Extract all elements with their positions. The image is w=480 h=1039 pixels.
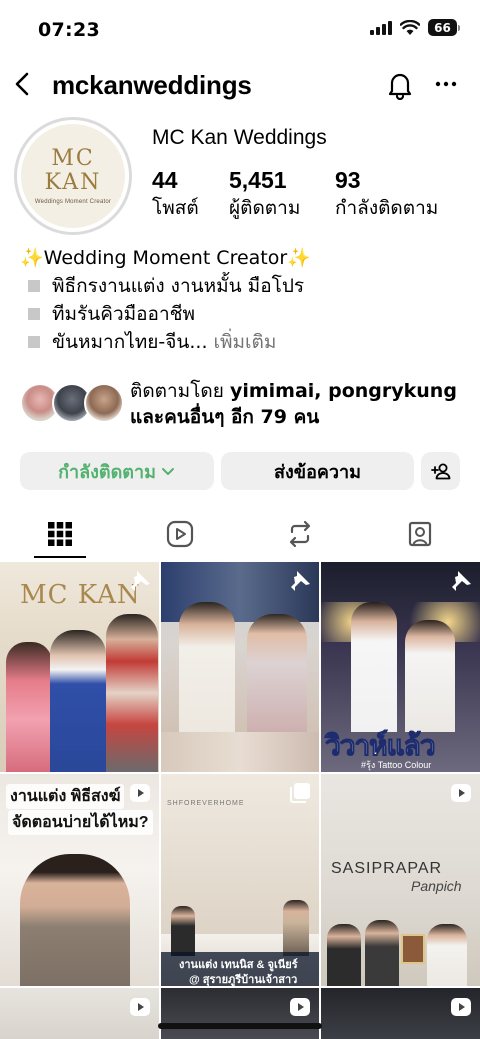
bio-line-text: พิธีกรงานแต่ง งานหมั้น มือโปร <box>52 275 305 297</box>
tab-posts[interactable] <box>0 508 120 560</box>
stat-followers-label: ผู้ติดตาม <box>229 197 301 219</box>
status-icons: 66 <box>370 19 460 36</box>
repost-icon <box>289 520 311 548</box>
bio-line-text: ทีมรันคิวมืออาชีพ <box>52 303 196 325</box>
wifi-icon <box>400 20 420 35</box>
battery-icon: 66 <box>428 19 460 36</box>
bio-headline: ✨Wedding Moment Creator✨ <box>20 247 311 269</box>
post-grid: MC KAN วิวาห์แล้ว #รุ้ง Tattoo Colour งา… <box>0 562 480 1039</box>
back-icon[interactable] <box>10 68 34 100</box>
followed-by-others[interactable]: และคนอื่นๆ อีก 79 คน <box>130 406 319 428</box>
pin-icon <box>131 571 150 591</box>
post-thumbnail[interactable] <box>161 988 319 1039</box>
chevron-down-icon <box>161 468 174 475</box>
active-tab-indicator <box>34 556 86 558</box>
grid-icon <box>48 522 72 546</box>
followed-by[interactable]: ติดตามโดย yimimai, pongrykung และคนอื่นๆ… <box>20 378 470 432</box>
post-thumbnail[interactable]: วิวาห์แล้ว #รุ้ง Tattoo Colour <box>321 562 480 772</box>
stat-posts[interactable]: 44 โพสต์ <box>152 166 199 222</box>
followed-by-names[interactable]: yimimai, pongrykung <box>230 380 457 402</box>
display-name: MC Kan Weddings <box>152 126 327 149</box>
bell-icon[interactable] <box>386 70 414 100</box>
reel-icon <box>130 784 150 802</box>
post-thumbnail[interactable]: งานแต่ง พิธีสงฆ์ จัดตอนบ่ายได้ไหม? <box>0 774 159 986</box>
reel-icon <box>451 998 471 1016</box>
cellular-signal-icon <box>370 20 392 35</box>
status-time: 07:23 <box>38 19 100 41</box>
add-user-icon <box>430 463 450 480</box>
stat-following[interactable]: 93 กำลังติดตาม <box>335 166 438 222</box>
post-sign-text: SASIPRAPAR <box>331 860 443 877</box>
home-indicator <box>158 1023 322 1029</box>
pin-icon <box>452 571 471 591</box>
more-options-icon[interactable] <box>434 72 458 96</box>
stat-followers[interactable]: 5,451 ผู้ติดตาม <box>229 166 300 222</box>
bio-line-text: ขันหมากไทย-จีน... <box>52 331 208 353</box>
post-sign-text: Panpich <box>411 878 462 894</box>
stat-followers-value: 5,451 <box>229 167 287 193</box>
following-button[interactable]: กำลังติดตาม <box>20 452 214 490</box>
reel-icon <box>130 998 150 1016</box>
suggested-users-button[interactable] <box>421 452 460 490</box>
battery-level: 66 <box>428 19 457 36</box>
following-button-label: กำลังติดตาม <box>58 461 156 483</box>
profile-tabs <box>0 508 480 560</box>
bio-line: พิธีกรงานแต่ง งานหมั้น มือโปร <box>20 272 470 300</box>
post-thumbnail[interactable] <box>161 562 319 772</box>
post-logo-text: MC KAN <box>20 580 141 610</box>
logo-line-1: MC <box>51 146 95 171</box>
reel-icon <box>451 784 471 802</box>
bio-line: ขันหมากไทย-จีน... เพิ่มเติม <box>20 328 470 356</box>
profile-username: mckanweddings <box>52 70 252 100</box>
stat-following-value: 93 <box>335 167 361 193</box>
profile-avatar[interactable]: MC KAN Weddings Moment Creator <box>14 117 132 235</box>
bullet-icon <box>28 336 40 348</box>
post-caption: งานแต่ง พิธีสงฆ์ <box>6 784 125 809</box>
tab-tagged[interactable] <box>360 508 480 560</box>
bullet-icon <box>28 308 40 320</box>
bio-line: ทีมรันคิวมืออาชีพ <box>20 300 470 328</box>
post-thumbnail[interactable]: SASIPRAPAR Panpich <box>321 774 480 986</box>
nav-bar: mckanweddings <box>0 60 480 110</box>
pin-icon <box>291 571 310 591</box>
message-button-label: ส่งข้อความ <box>273 461 361 483</box>
tab-reels[interactable] <box>120 508 240 560</box>
reel-icon <box>290 998 310 1016</box>
stat-following-label: กำลังติดตาม <box>335 197 439 219</box>
follower-avatar <box>84 383 124 423</box>
followed-by-prefix: ติดตามโดย <box>130 380 224 402</box>
post-subcaption: #รุ้ง Tattoo Colour <box>361 760 432 770</box>
bullet-icon <box>28 280 40 292</box>
tab-reposts[interactable] <box>240 508 360 560</box>
post-thumbnail[interactable] <box>321 988 480 1039</box>
post-caption: จัดตอนบ่ายได้ไหม? <box>8 810 153 835</box>
carousel-icon <box>290 783 310 803</box>
status-bar: 07:23 66 <box>0 0 480 60</box>
stat-posts-value: 44 <box>152 167 178 193</box>
logo-line-2: KAN <box>44 170 102 195</box>
bio-more-link[interactable]: เพิ่มเติม <box>214 328 277 356</box>
followed-by-text: ติดตามโดย yimimai, pongrykung และคนอื่นๆ… <box>130 378 457 430</box>
post-sign-text: SHFOREVERHOME <box>167 800 245 807</box>
post-thumbnail[interactable]: MC KAN <box>0 562 159 772</box>
bio: ✨Wedding Moment Creator✨ พิธีกรงานแต่ง ง… <box>20 244 470 356</box>
stat-posts-label: โพสต์ <box>152 197 199 219</box>
reels-icon <box>166 520 194 548</box>
logo-subtitle: Weddings Moment Creator <box>34 199 112 205</box>
post-thumbnail[interactable] <box>0 988 159 1039</box>
post-thumbnail[interactable]: SHFOREVERHOME งานแต่ง เทนนิส & จูเนียร์ … <box>161 774 319 986</box>
avatar-logo: MC KAN Weddings Moment Creator <box>21 124 125 228</box>
message-button[interactable]: ส่งข้อความ <box>221 452 414 490</box>
post-caption: @ สุรายภูรีบ้านเจ้าสาว <box>189 974 298 986</box>
tagged-icon <box>408 521 432 547</box>
